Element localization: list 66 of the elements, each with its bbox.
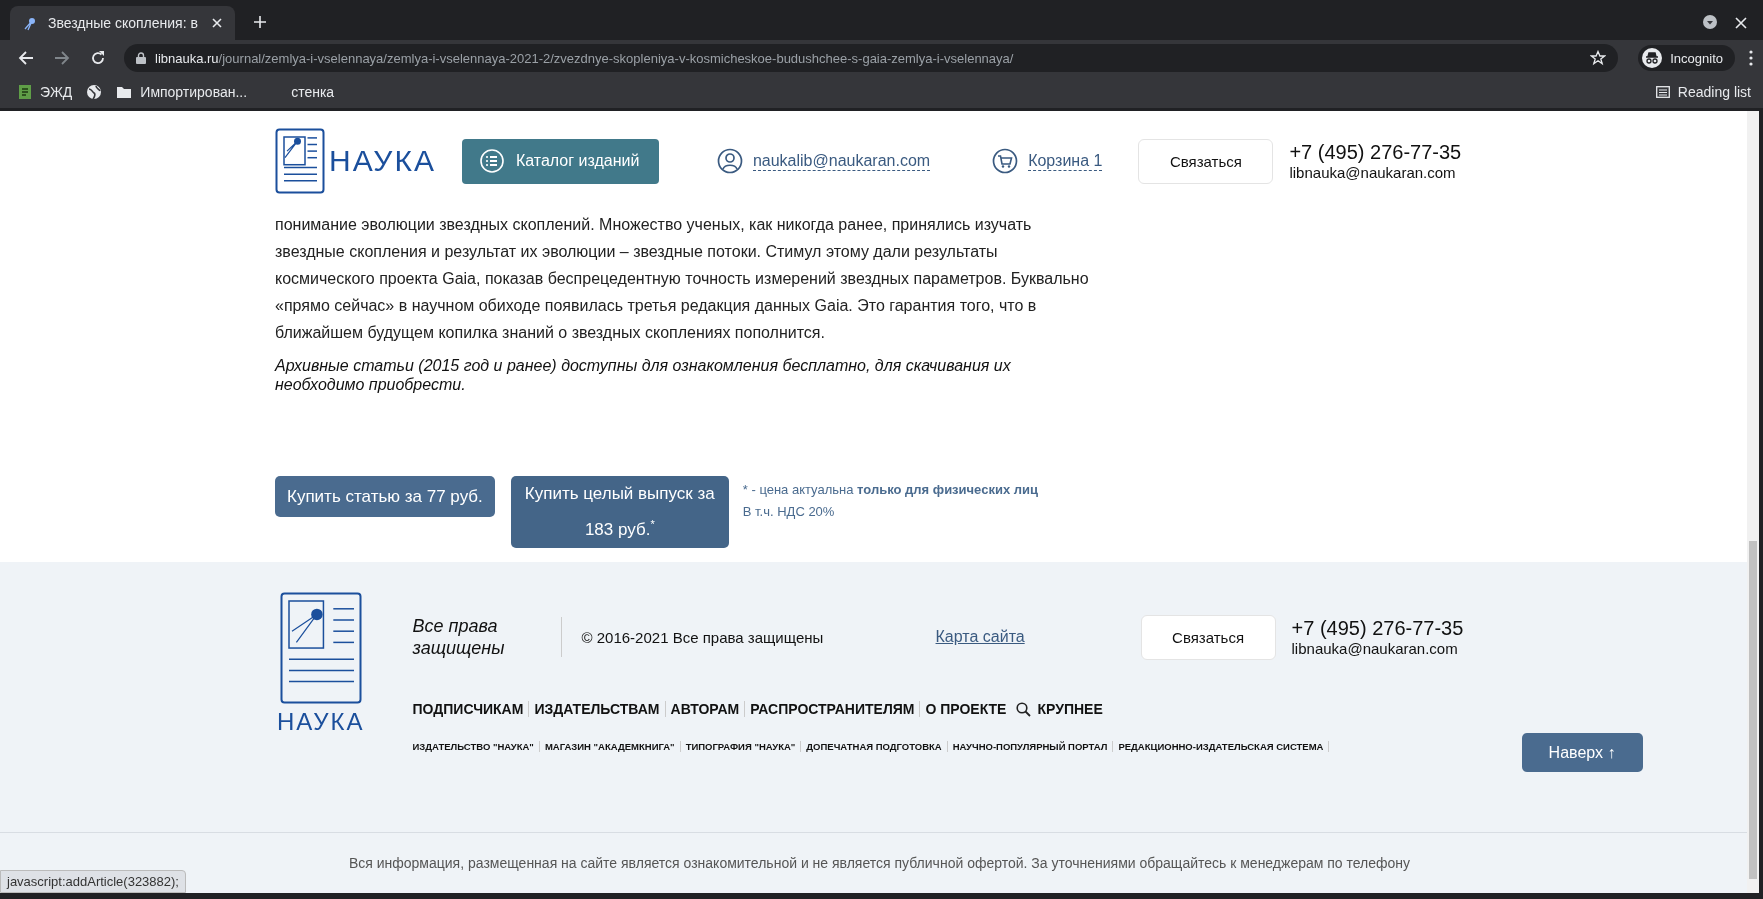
forward-icon[interactable] xyxy=(54,50,70,66)
bookmark[interactable]: ЭЖД xyxy=(18,84,73,100)
cart-icon[interactable] xyxy=(992,148,1019,174)
bookmark[interactable] xyxy=(86,84,103,100)
article-paragraph: понимание эволюции звездных скоплений. Множество ученых, как никогда ранее, принялись изучать звездные скопления и результат их эволюции – звездные потоки. Стимул этому дали результаты космического проекта Gaia, показав беспрецедентную точность измерений звездных параметров. Буквально «прямо сейчас» в научном обиходе появилась третья редакция данных Gaia. Это гарантия того, что в ближайшем будущем копилка знаний о звездных скоплениях пополнится. xyxy=(275,215,1090,343)
email-address: libnauka@naukaran.com xyxy=(1289,164,1457,181)
url-text: libnauka.ru/journal/zemlya-i-vselennaya/zemlya-i-vselennaya-2021-2/zvezdnye-skopleniya-v-kosmicheskoe-budushchee-s-gaia-zemlya-i-vselennaya/ xyxy=(155,50,1014,66)
copyright-text: © 2016-2021 Все права защищены xyxy=(581,628,825,646)
close-icon[interactable] xyxy=(1735,17,1747,29)
phone-number: +7 (495) 276-77-35 xyxy=(1289,141,1462,164)
contact-button[interactable]: Связаться xyxy=(1140,614,1276,660)
cart-link[interactable]: Корзина 1 xyxy=(1028,151,1103,171)
lock-icon xyxy=(136,52,146,64)
globe-icon xyxy=(86,84,103,100)
footer-link[interactable]: НАУЧНО-ПОПУЛЯРНЫЙ ПОРТАЛ xyxy=(947,741,1114,752)
price-note: * - цена актуальна только для физических лиц xyxy=(742,482,1038,497)
folder-icon xyxy=(116,85,133,99)
back-icon[interactable] xyxy=(18,50,34,66)
back-to-top-button[interactable]: Наверх ↑ xyxy=(1521,733,1643,772)
footer-link[interactable]: ТИПОГРАФИЯ "НАУКА" xyxy=(680,741,802,752)
close-icon[interactable] xyxy=(211,17,223,29)
logo-text[interactable]: НАУКА xyxy=(277,708,365,736)
bookmark[interactable]: стенка xyxy=(291,84,335,100)
catalog-button[interactable]: Каталог изданий xyxy=(461,138,659,184)
list-icon xyxy=(1655,86,1670,98)
address-bar[interactable]: libnauka.ru/journal/zemlya-i-vselennaya/zemlya-i-vselennaya-2021-2/zvezdnye-skopleniya-v-kosmicheskoe-budushchee-s-gaia-zemlya-i-vselennaya/ xyxy=(124,44,1619,72)
contact-button[interactable]: Связаться xyxy=(1138,138,1274,184)
menu-icon[interactable] xyxy=(1749,50,1753,66)
status-url: javascript:addArticle(323882); xyxy=(0,870,186,893)
satellite-icon xyxy=(22,15,38,31)
search-icon xyxy=(1016,701,1032,717)
phone-number: +7 (495) 276-77-35 xyxy=(1291,617,1464,640)
browser-tab[interactable]: Звездные скопления: в xyxy=(10,6,235,40)
footer-link[interactable]: РЕДАКЦИОННО-ИЗДАТЕЛЬСКАЯ СИСТЕМА xyxy=(1113,741,1330,752)
dropdown-icon[interactable] xyxy=(1703,15,1717,29)
app-icon xyxy=(18,84,32,100)
logo-text[interactable]: НАУКА xyxy=(329,144,436,178)
logo-icon[interactable] xyxy=(275,128,325,194)
bookmark[interactable]: Импортирован... xyxy=(116,84,248,100)
footer-menu-link[interactable]: ПОДПИСЧИКАМ xyxy=(412,701,529,717)
rights-title: Все права защищены xyxy=(412,615,506,659)
sitemap-link[interactable]: Карта сайта xyxy=(935,628,1136,646)
account-link[interactable]: naukalib@naukaran.com xyxy=(752,151,931,171)
footer-link[interactable]: МАГАЗИН "АКАДЕМКНИГА" xyxy=(539,741,681,752)
reading-list-button[interactable]: Reading list xyxy=(1655,84,1751,100)
list-icon xyxy=(479,149,504,173)
larger-text-link[interactable]: КРУПНЕЕ xyxy=(1011,701,1108,717)
new-tab-icon[interactable] xyxy=(253,15,267,29)
buy-issue-button[interactable]: Купить целый выпуск за 183 руб.$^{*}$ xyxy=(510,476,729,548)
buy-article-button[interactable]: Купить статью за 77 руб. xyxy=(275,476,495,517)
profile-button[interactable]: Incognito xyxy=(1638,45,1735,71)
reload-icon[interactable] xyxy=(90,50,106,66)
logo-icon[interactable] xyxy=(279,592,362,704)
footer-menu-link[interactable]: АВТОРАМ xyxy=(664,701,745,717)
footer-link[interactable]: ИЗДАТЕЛЬСТВО "НАУКА" xyxy=(412,741,540,752)
footer-link[interactable]: ДОПЕЧАТНАЯ ПОДГОТОВКА xyxy=(801,741,948,752)
vat-note: В т.ч. НДС 20% xyxy=(742,504,836,519)
incognito-icon xyxy=(1642,48,1663,68)
scrollbar[interactable] xyxy=(1747,111,1759,893)
footer-menu-link[interactable]: ИЗДАТЕЛЬСТВАМ xyxy=(528,701,665,717)
footer-menu-link[interactable]: РАСПРОСТРАНИТЕЛЯМ xyxy=(744,701,920,717)
star-icon[interactable] xyxy=(1590,50,1607,66)
archive-note: Архивные статьи (2015 год и ранее) доступны для ознакомления бесплатно, для скачивания их необходимо приобрести. xyxy=(275,356,1012,394)
footer-menu-link[interactable]: О ПРОЕКТЕ xyxy=(919,701,1012,717)
email-address: libnauka@naukaran.com xyxy=(1291,640,1459,657)
user-icon[interactable] xyxy=(716,148,743,174)
